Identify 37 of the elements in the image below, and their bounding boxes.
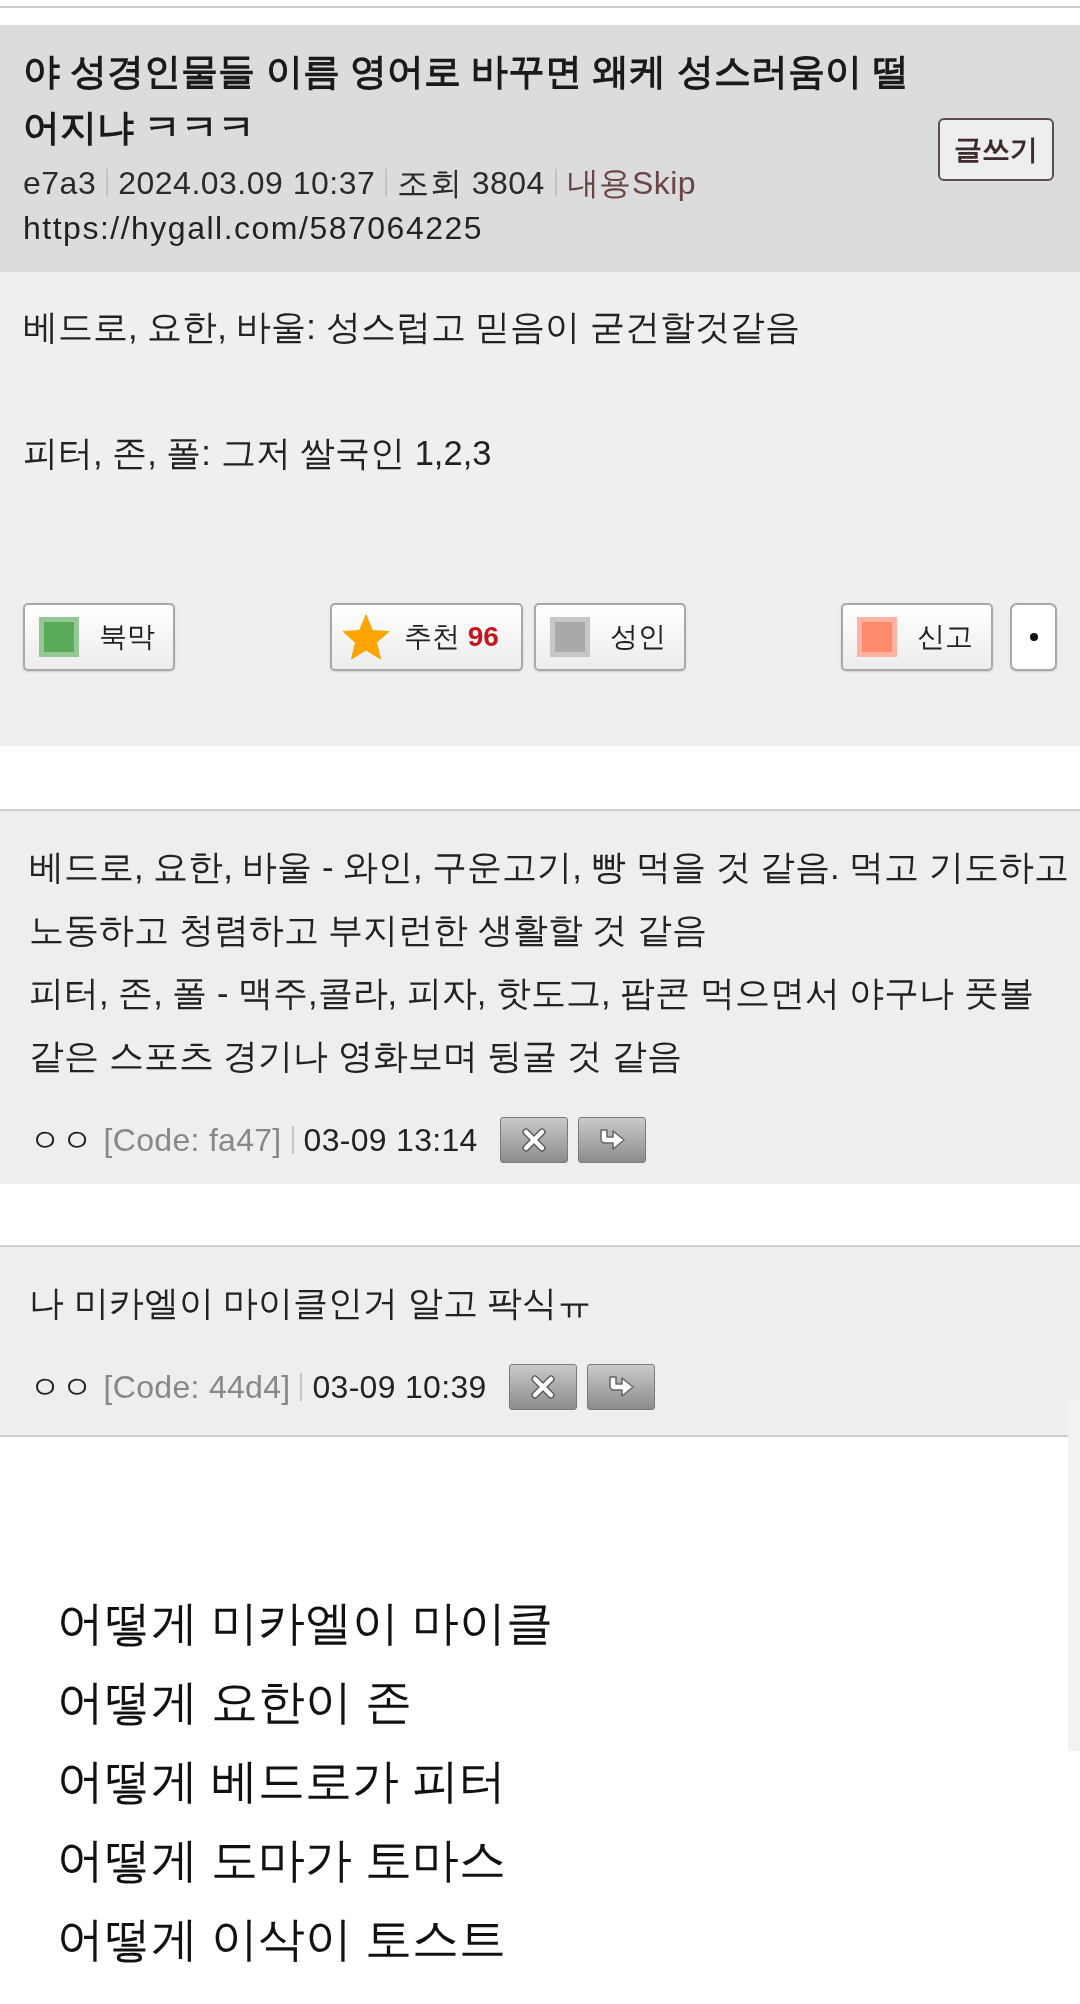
- text-line: 어떻게 이삭이 토스트: [57, 1911, 508, 1967]
- more-button[interactable]: [1010, 603, 1057, 671]
- text-line: 어떻게 요한이 존: [57, 1674, 414, 1730]
- star-icon: [342, 614, 390, 660]
- delete-button[interactable]: [499, 1117, 568, 1163]
- comment-code: [Code: fa47]: [103, 1121, 282, 1160]
- author-name: e7a3: [23, 164, 97, 203]
- comment-code: [Code: 44d4]: [103, 1368, 291, 1407]
- comment-text: 피터, 존, 폴 - 맥주,콜라, 피자, 핫도그, 팝콘 먹으면서 야구나 풋볼 같은 스포츠 경기나 영화보며 뒹굴 것 같음: [29, 973, 1035, 1077]
- comment-time: 03-09 10:39: [312, 1368, 487, 1407]
- comment-text: 베드로, 요한, 바울 - 와인, 구운고기, 빵 먹을 것 같음. 먹고 기도하고 노동하고 청렴하고 부지런한 생활할 것 같음: [29, 847, 1070, 951]
- comment-time: 03-09 13:14: [303, 1121, 478, 1160]
- comment-nickname: ㅇㅇ: [29, 1368, 94, 1407]
- dot-icon: [1029, 633, 1038, 641]
- skip-link[interactable]: 내용Skip: [566, 160, 697, 206]
- reply-button[interactable]: [577, 1117, 646, 1163]
- comment-text: 나 미카엘이 마이클인거 알고 팍식ㅠ: [29, 1283, 594, 1324]
- comment-nickname: ㅇㅇ: [29, 1121, 94, 1160]
- reply-button[interactable]: [586, 1364, 655, 1410]
- body-text: 피터, 존, 폴: 그저 쌀국인 1,2,3: [23, 433, 493, 474]
- body-text: 베드로, 요한, 바울: 성스럽고 믿음이 굳건할것같음: [23, 307, 801, 348]
- cross-icon: [529, 1374, 556, 1400]
- write-button[interactable]: 글쓰기: [938, 118, 1054, 181]
- post-date: 2024.03.09 10:37: [118, 164, 376, 203]
- delete-button[interactable]: [508, 1364, 577, 1410]
- text-line: 어떻게 미카엘이 마이클: [57, 1595, 555, 1651]
- action-button[interactable]: 북막: [23, 603, 175, 671]
- text-line: 어떻게 베드로가 피터: [57, 1753, 508, 1809]
- post-url: https://hygall.com/587064225: [23, 209, 485, 248]
- action-button[interactable]: 신고: [841, 603, 993, 671]
- recommend-button[interactable]: 추천 96: [330, 603, 523, 671]
- view-count: 조회 3804: [397, 164, 545, 203]
- post-title: 야 성경인물들 이름 영어로 바꾸면 왜케 성스러움이 떨어지냐 ㅋㅋㅋ: [23, 50, 910, 150]
- action-button[interactable]: 성인: [534, 603, 686, 671]
- scrollbar-thumb[interactable]: [1068, 1400, 1080, 1751]
- text-line: 어떻게 도마가 토마스: [57, 1832, 508, 1888]
- cross-icon: [520, 1127, 547, 1153]
